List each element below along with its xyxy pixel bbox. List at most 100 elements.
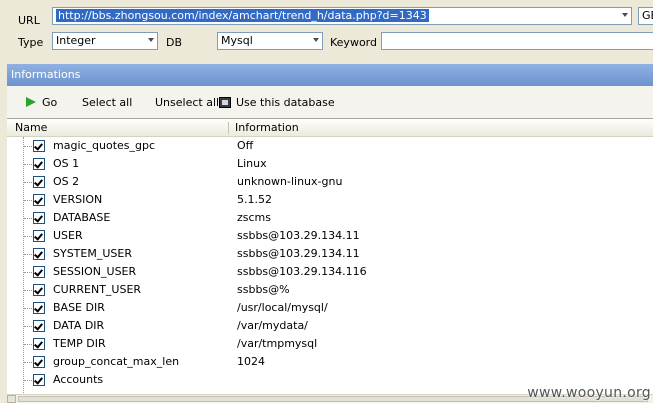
row-name: VERSION — [53, 193, 103, 206]
tree-branch — [24, 182, 32, 183]
tree-row[interactable]: USER ssbbs@103.29.134.11 — [7, 227, 653, 245]
row-value: 5.1.52 — [237, 193, 272, 206]
row-checkbox[interactable] — [33, 158, 45, 170]
tree-row[interactable]: TEMP DIR/var/tmpmysql — [7, 335, 653, 353]
tree-row[interactable]: CURRENT_USER ssbbs@% — [7, 281, 653, 299]
row-value: ssbbs@103.29.134.11 — [237, 247, 360, 260]
row-checkbox[interactable] — [33, 374, 45, 386]
column-divider[interactable] — [228, 122, 229, 134]
tree-row[interactable]: DATA DIR/var/mydata/ — [7, 317, 653, 335]
url-label: URL — [18, 14, 40, 27]
row-name: OS 1 — [53, 157, 80, 170]
row-name: OS 2 — [53, 175, 80, 188]
row-checkbox[interactable] — [33, 176, 45, 188]
row-value: ssbbs@103.29.134.116 — [237, 265, 367, 278]
row-checkbox[interactable] — [33, 320, 45, 332]
row-name: Accounts — [53, 373, 104, 386]
row-name: group_concat_max_len — [53, 355, 180, 368]
db-select[interactable]: Mysql — [217, 32, 323, 50]
tree-row[interactable]: VERSION 5.1.52 — [7, 191, 653, 209]
tree-branch — [24, 146, 32, 147]
tree-row[interactable]: OS 2 unknown-linux-gnu — [7, 173, 653, 191]
use-database-label: Use this database — [236, 96, 335, 109]
row-name: DATA DIR — [53, 319, 105, 332]
tree-branch — [24, 164, 32, 165]
row-value: 1024 — [237, 355, 265, 368]
row-checkbox[interactable] — [33, 356, 45, 368]
column-header: Name Information — [7, 119, 653, 137]
row-name: CURRENT_USER — [53, 283, 142, 296]
row-checkbox[interactable] — [33, 338, 45, 350]
row-checkbox[interactable] — [33, 248, 45, 260]
url-input[interactable]: http://bbs.zhongsou.com/index/amchart/tr… — [52, 7, 632, 25]
tree-branch — [24, 326, 32, 327]
watermark: www.wooyun.org — [527, 385, 651, 401]
keyword-input[interactable] — [381, 32, 653, 50]
panel-toolbar: Go Select all Unselect all Use this data… — [7, 86, 653, 118]
use-database-button[interactable]: Use this database — [219, 96, 335, 109]
tree-branch — [24, 362, 32, 363]
type-label: Type — [18, 36, 44, 49]
chevron-down-icon[interactable] — [148, 38, 154, 42]
row-value: /usr/local/mysql/ — [237, 301, 328, 314]
tree-branch — [24, 254, 32, 255]
chevron-down-icon[interactable] — [622, 13, 628, 17]
tree-row[interactable]: group_concat_max_len 1024 — [7, 353, 653, 371]
keyword-label: Keyword — [330, 36, 377, 49]
go-button[interactable]: Go — [26, 96, 57, 109]
row-name: USER — [53, 229, 83, 242]
chevron-down-icon[interactable] — [313, 38, 319, 42]
row-value: ssbbs@% — [237, 283, 290, 296]
column-header-name[interactable]: Name — [15, 121, 47, 134]
row-name: DATABASE — [53, 211, 111, 224]
row-name: BASE DIR — [53, 301, 105, 314]
row-checkbox[interactable] — [33, 140, 45, 152]
info-tree: Name Information magic_quotes_gpc Off OS 1… — [7, 118, 653, 394]
row-value: Off — [237, 139, 254, 152]
tree-row[interactable]: SESSION_USER ssbbs@103.29.134.116 — [7, 263, 653, 281]
tree-row[interactable]: BASE DIR/usr/local/mysql/ — [7, 299, 653, 317]
row-value: /var/tmpmysql — [237, 337, 318, 350]
type-select[interactable]: Integer — [52, 32, 158, 50]
unselect-all-button[interactable]: Unselect all — [155, 96, 219, 109]
tree-row[interactable]: magic_quotes_gpc Off — [7, 137, 653, 155]
row-checkbox[interactable] — [33, 194, 45, 206]
tree-branch — [24, 344, 32, 345]
tree-branch — [24, 200, 32, 201]
tree-row[interactable]: SYSTEM_USER ssbbs@103.29.134.11 — [7, 245, 653, 263]
go-label: Go — [42, 96, 58, 109]
row-checkbox[interactable] — [33, 212, 45, 224]
tree-branch — [24, 380, 32, 381]
row-value: Linux — [237, 157, 267, 170]
tree-branch — [24, 272, 32, 273]
row-checkbox[interactable] — [33, 266, 45, 278]
url-value: http://bbs.zhongsou.com/index/amchart/tr… — [56, 9, 429, 22]
encoding-value: GE — [642, 9, 653, 22]
play-icon — [26, 97, 36, 107]
tree-branch — [24, 218, 32, 219]
select-all-button[interactable]: Select all — [82, 96, 132, 109]
type-value: Integer — [56, 34, 96, 47]
scroll-left-button[interactable] — [7, 395, 16, 403]
row-checkbox[interactable] — [33, 230, 45, 242]
row-name: magic_quotes_gpc — [53, 139, 156, 152]
row-value: /var/mydata/ — [237, 319, 308, 332]
row-value: zscms — [237, 211, 271, 224]
informations-panel-title: Informations — [7, 64, 653, 86]
row-checkbox[interactable] — [33, 284, 45, 296]
db-label: DB — [166, 36, 183, 49]
tree-branch — [24, 290, 32, 291]
database-icon — [219, 97, 231, 108]
column-header-information[interactable]: Information — [235, 121, 299, 134]
tree-row[interactable]: DATABASE zscms — [7, 209, 653, 227]
row-value: ssbbs@103.29.134.11 — [237, 229, 360, 242]
tree-branch — [24, 236, 32, 237]
tree-branch — [24, 308, 32, 309]
encoding-select[interactable]: GE — [638, 7, 653, 25]
tree-row[interactable]: OS 1 Linux — [7, 155, 653, 173]
row-name: SYSTEM_USER — [53, 247, 132, 260]
row-name: TEMP DIR — [53, 337, 106, 350]
row-checkbox[interactable] — [33, 302, 45, 314]
row-name: SESSION_USER — [53, 265, 137, 278]
row-value: unknown-linux-gnu — [237, 175, 343, 188]
